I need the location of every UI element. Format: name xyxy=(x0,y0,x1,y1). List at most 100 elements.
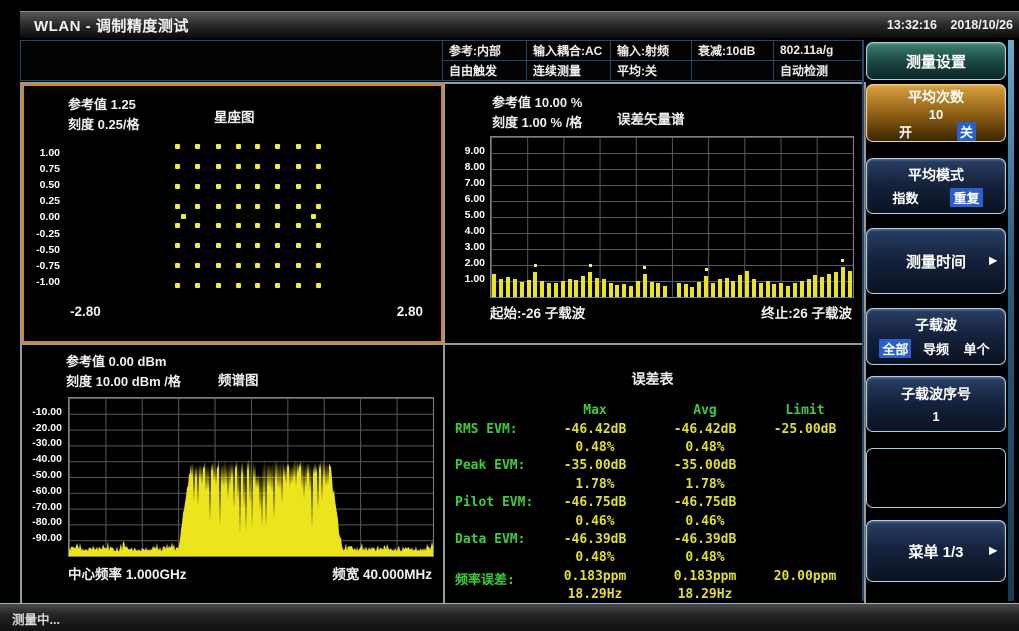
softkey-title: 子载波 xyxy=(875,315,997,335)
y-tick-label: -70.00 xyxy=(24,501,62,513)
softkey-average-count[interactable]: 平均次数10开关 xyxy=(866,84,1006,142)
option-开[interactable]: 开 xyxy=(896,122,915,141)
evm-bar xyxy=(690,287,694,297)
setting-item: 输入耦合:AC xyxy=(526,41,610,61)
evm-bar xyxy=(650,282,654,297)
softkey-subcarrier-index[interactable]: 子载波序号1 xyxy=(866,376,1006,432)
setting-item xyxy=(691,61,773,81)
constellation-point xyxy=(216,184,221,189)
evm-title: 误差矢量谱 xyxy=(617,108,685,128)
error-table-row: 0.48%0.48% xyxy=(445,440,860,458)
constellation-point xyxy=(216,164,221,169)
cell-value: 0.48% xyxy=(653,440,757,455)
evm-bar xyxy=(615,285,619,297)
cell-value: -46.75dB xyxy=(653,495,757,510)
evm-bar xyxy=(684,284,688,297)
evm-end-label: 终止:26 子载波 xyxy=(761,302,852,322)
constellation-point xyxy=(275,164,280,169)
evm-spectrum-panel[interactable]: 参考值 10.00 % 刻度 1.00 % /格 误差矢量谱 起始:-26 子载… xyxy=(445,84,860,343)
option-关[interactable]: 关 xyxy=(957,122,976,141)
constellation-point xyxy=(296,223,301,228)
error-table-panel[interactable]: 误差表 MaxAvgLimitRMS EVM:-46.42dB-46.42dB-… xyxy=(445,345,860,599)
cell-value: 0.48% xyxy=(653,550,757,565)
cell-value: -35.00dB xyxy=(653,458,757,473)
constellation-point xyxy=(296,184,301,189)
evm-bar xyxy=(533,272,537,297)
error-table-header: MaxAvgLimit xyxy=(445,403,860,421)
evm-bar xyxy=(848,271,852,297)
constellation-point xyxy=(316,184,321,189)
y-tick-label: 4.00 xyxy=(447,225,485,237)
softkey-menu-page[interactable]: 菜单 1/3▶ xyxy=(866,520,1006,582)
cell-value: 0.183ppm xyxy=(653,569,757,584)
spectrum-title: 频谱图 xyxy=(218,369,259,389)
constellation-point xyxy=(195,204,200,209)
evm-bar xyxy=(793,283,797,297)
row-label: Pilot EVM: xyxy=(455,495,533,510)
spectrum-panel[interactable]: 参考值 0.00 dBm 刻度 10.00 dBm /格 频谱图 中心频率 1.… xyxy=(22,345,443,599)
evm-bar xyxy=(643,274,647,297)
evm-grid xyxy=(490,136,854,298)
softkey-average-mode[interactable]: 平均模式指数重复 xyxy=(866,158,1006,214)
row-label: RMS EVM: xyxy=(455,422,518,437)
constellation-point xyxy=(175,283,180,288)
y-tick-label: -40.00 xyxy=(24,453,62,465)
setting-item: 802.11a/g xyxy=(773,41,863,61)
evm-bar xyxy=(841,267,845,297)
option-导频[interactable]: 导频 xyxy=(920,339,952,358)
softkey-label: 测量设置 xyxy=(906,51,966,72)
cell-value: 1.78% xyxy=(543,477,647,492)
evm-bar xyxy=(629,286,633,297)
option-指数[interactable]: 指数 xyxy=(889,188,921,207)
cell-value: -35.00dB xyxy=(543,458,647,473)
option-单个[interactable]: 单个 xyxy=(961,339,993,358)
y-tick-label: 0.50 xyxy=(26,179,60,191)
y-tick-label: -20.00 xyxy=(24,422,62,434)
constellation-plot xyxy=(24,86,441,341)
y-tick-label: 5.00 xyxy=(447,209,485,221)
softkey-measure-setup[interactable]: 测量设置 xyxy=(866,42,1006,80)
column-header: Max xyxy=(543,403,647,418)
cell-value: -46.42dB xyxy=(653,422,757,437)
constellation-point xyxy=(316,283,321,288)
setting-item: 平均:关 xyxy=(610,61,691,81)
softkey-subcarrier[interactable]: 子载波全部导频单个 xyxy=(866,308,1006,365)
evm-bar xyxy=(656,283,660,297)
constellation-point xyxy=(316,204,321,209)
constellation-point xyxy=(255,144,260,149)
constellation-point xyxy=(195,144,200,149)
sidebar: 测量设置平均次数10开关平均模式指数重复测量时间▶子载波全部导频单个子载波序号1… xyxy=(866,40,1006,601)
evm-bar xyxy=(807,279,811,297)
submenu-arrow-icon: ▶ xyxy=(989,256,997,267)
softkey-blank[interactable] xyxy=(866,448,1006,508)
evm-bar xyxy=(772,284,776,297)
option-重复[interactable]: 重复 xyxy=(950,188,982,207)
y-tick-label: 0.00 xyxy=(26,211,60,223)
option-全部[interactable]: 全部 xyxy=(879,339,911,358)
spectrum-scale-label: 刻度 10.00 dBm /格 xyxy=(66,371,181,390)
cell-value: 0.48% xyxy=(543,550,647,565)
constellation-point xyxy=(175,184,180,189)
evm-bar xyxy=(745,271,749,297)
y-tick-label: 3.00 xyxy=(447,241,485,253)
constellation-point xyxy=(275,263,280,268)
evm-marker xyxy=(705,268,708,271)
cell-value: -46.75dB xyxy=(543,495,647,510)
row-label: Peak EVM: xyxy=(455,458,525,473)
constellation-point xyxy=(255,283,260,288)
evm-bar xyxy=(759,283,763,297)
spectrum-span: 频宽 40.000MHz xyxy=(332,563,432,583)
cell-value: 0.183ppm xyxy=(543,569,647,584)
evm-bar xyxy=(800,281,804,297)
evm-bar xyxy=(602,279,606,297)
constellation-panel[interactable]: 参考值 1.25 刻度 0.25/格 星座图 -2.80 2.80 1.000.… xyxy=(22,84,443,343)
softkey-measure-time[interactable]: 测量时间▶ xyxy=(866,228,1006,294)
submenu-arrow-icon: ▶ xyxy=(989,546,997,557)
evm-bar xyxy=(499,279,503,297)
constellation-point xyxy=(236,184,241,189)
constellation-point xyxy=(195,243,200,248)
y-tick-label: 0.25 xyxy=(26,195,60,207)
evm-bar xyxy=(527,280,531,297)
title-bar: WLAN - 调制精度测试 13:32:16 2018/10/26 xyxy=(20,11,1019,38)
settings-bar: 参考:内部输入耦合:AC输入:射频衰减:10dB802.11a/g自由触发连续测… xyxy=(20,40,864,81)
